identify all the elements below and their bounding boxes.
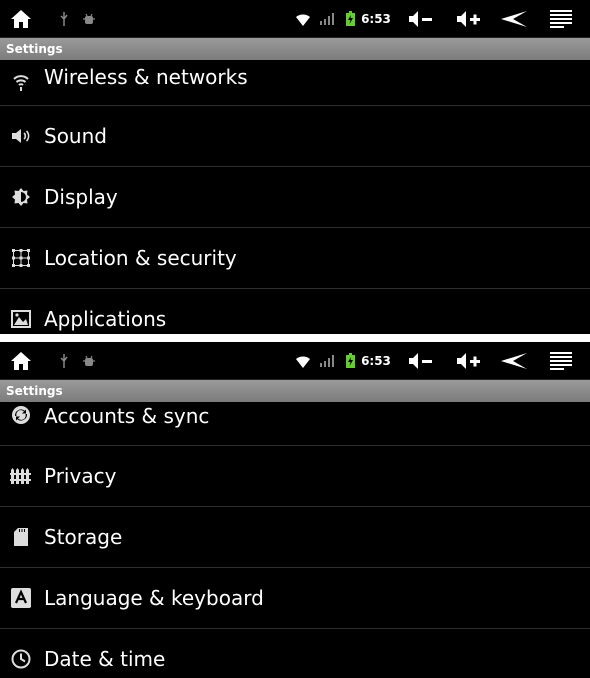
- debug-icon: [82, 0, 96, 37]
- volume-up-icon[interactable]: [454, 342, 484, 379]
- settings-item-label: Location & security: [44, 246, 237, 270]
- back-icon[interactable]: [498, 342, 530, 379]
- settings-item-label: Sound: [44, 124, 107, 148]
- speaker-icon: [10, 125, 32, 147]
- settings-item-label: Date & time: [44, 647, 166, 671]
- settings-item-label: Wireless & networks: [44, 65, 248, 89]
- settings-item-privacy[interactable]: Privacy: [0, 446, 590, 507]
- settings-item-applications[interactable]: Applications: [0, 289, 590, 334]
- settings-item-sound[interactable]: Sound: [0, 106, 590, 167]
- clock-text: 6:53: [361, 353, 391, 368]
- settings-item-label: Language & keyboard: [44, 586, 264, 610]
- volume-up-icon[interactable]: [454, 0, 484, 37]
- menu-icon[interactable]: [548, 342, 574, 379]
- battery-icon: [344, 342, 356, 379]
- settings-item-storage[interactable]: Storage: [0, 507, 590, 568]
- settings-item-wireless[interactable]: Wireless & networks: [0, 60, 590, 106]
- status-bar: 6:53: [0, 342, 590, 380]
- home-icon[interactable]: [8, 342, 34, 379]
- settings-item-label: Applications: [44, 307, 167, 331]
- brightness-icon: [10, 186, 32, 208]
- debug-icon: [82, 342, 96, 379]
- settings-item-language-keyboard[interactable]: Language & keyboard: [0, 568, 590, 629]
- settings-item-label: Display: [44, 185, 118, 209]
- settings-item-label: Storage: [44, 525, 123, 549]
- sync-icon: [10, 404, 32, 426]
- sdcard-icon: [10, 526, 32, 548]
- keyboard-icon: [10, 587, 32, 609]
- settings-screen-top: 6:53 Settings Wireless & networks Sound …: [0, 0, 590, 334]
- settings-item-date-time[interactable]: Date & time: [0, 629, 590, 678]
- page-title: Settings: [0, 38, 590, 60]
- privacy-icon: [10, 465, 32, 487]
- wifi-status-icon: [294, 0, 312, 37]
- home-icon[interactable]: [8, 0, 34, 37]
- menu-icon[interactable]: [548, 0, 574, 37]
- volume-down-icon[interactable]: [406, 342, 436, 379]
- clock-text: 6:53: [361, 11, 391, 26]
- usb-icon: [58, 0, 70, 37]
- applications-icon: [10, 308, 32, 330]
- page-title: Settings: [0, 380, 590, 402]
- settings-screen-bottom: 6:53 Settings Accounts & sync Privacy St…: [0, 342, 590, 678]
- volume-down-icon[interactable]: [406, 0, 436, 37]
- battery-icon: [344, 0, 356, 37]
- settings-item-location-security[interactable]: Location & security: [0, 228, 590, 289]
- location-grid-icon: [10, 247, 32, 269]
- settings-item-display[interactable]: Display: [0, 167, 590, 228]
- back-icon[interactable]: [498, 0, 530, 37]
- settings-item-accounts-sync[interactable]: Accounts & sync: [0, 402, 590, 446]
- settings-item-label: Accounts & sync: [44, 404, 210, 428]
- signal-icon: [320, 0, 336, 37]
- wifi-icon: [10, 72, 32, 94]
- settings-item-label: Privacy: [44, 464, 117, 488]
- status-bar: 6:53: [0, 0, 590, 38]
- wifi-status-icon: [294, 342, 312, 379]
- signal-icon: [320, 342, 336, 379]
- usb-icon: [58, 342, 70, 379]
- clock-icon: [10, 648, 32, 670]
